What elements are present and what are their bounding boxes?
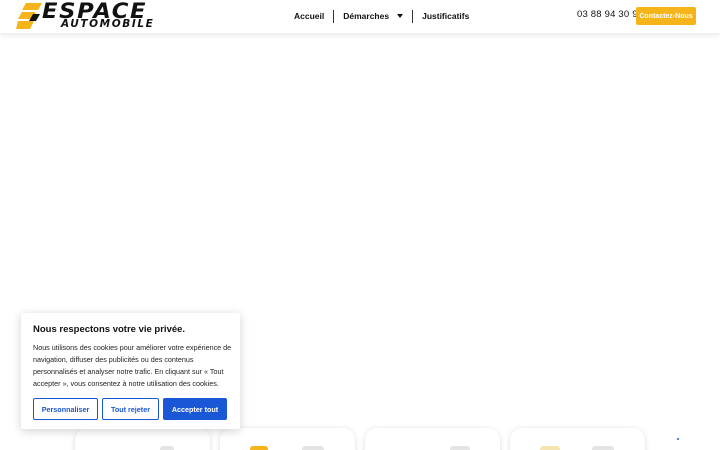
decorative-dot (677, 438, 679, 440)
brand-logo[interactable]: ESPACE AUTOMOBILE (16, 0, 155, 31)
card-icon (250, 446, 268, 450)
chevron-down-icon (397, 14, 404, 18)
logo-text-automobile: AUTOMOBILE (61, 18, 155, 30)
service-card[interactable] (75, 428, 210, 450)
service-card[interactable] (510, 428, 645, 450)
phone-number[interactable]: 03 88 94 30 95 (577, 9, 643, 20)
card-icon (160, 446, 174, 450)
cookie-title: Nous respectons votre vie privée. (33, 324, 186, 335)
nav-item-demarches[interactable]: Démarches (334, 7, 412, 25)
contact-button[interactable]: Contactez-Nous (636, 7, 696, 25)
cookie-banner: Nous respectons votre vie privée. Nous u… (21, 313, 240, 429)
accept-all-button[interactable]: Accepter tout (163, 398, 227, 420)
card-icon (540, 446, 560, 450)
cookie-description: Nous utilisons des cookies pour améliore… (33, 343, 232, 388)
service-card[interactable] (220, 428, 355, 450)
service-card[interactable] (365, 428, 500, 450)
nav-item-demarches-label: Démarches (343, 11, 390, 21)
customize-button[interactable]: Personnaliser (33, 398, 98, 420)
main-nav: Accueil Démarches Justificatifs (285, 7, 478, 25)
card-icon (302, 446, 324, 450)
nav-item-justificatifs[interactable]: Justificatifs (413, 7, 478, 25)
reject-all-button[interactable]: Tout rejeter (102, 398, 159, 420)
card-icon (592, 446, 614, 450)
site-header: ESPACE AUTOMOBILE Accueil Démarches Just… (0, 0, 720, 33)
nav-item-accueil[interactable]: Accueil (285, 7, 333, 25)
card-icon (450, 446, 470, 450)
